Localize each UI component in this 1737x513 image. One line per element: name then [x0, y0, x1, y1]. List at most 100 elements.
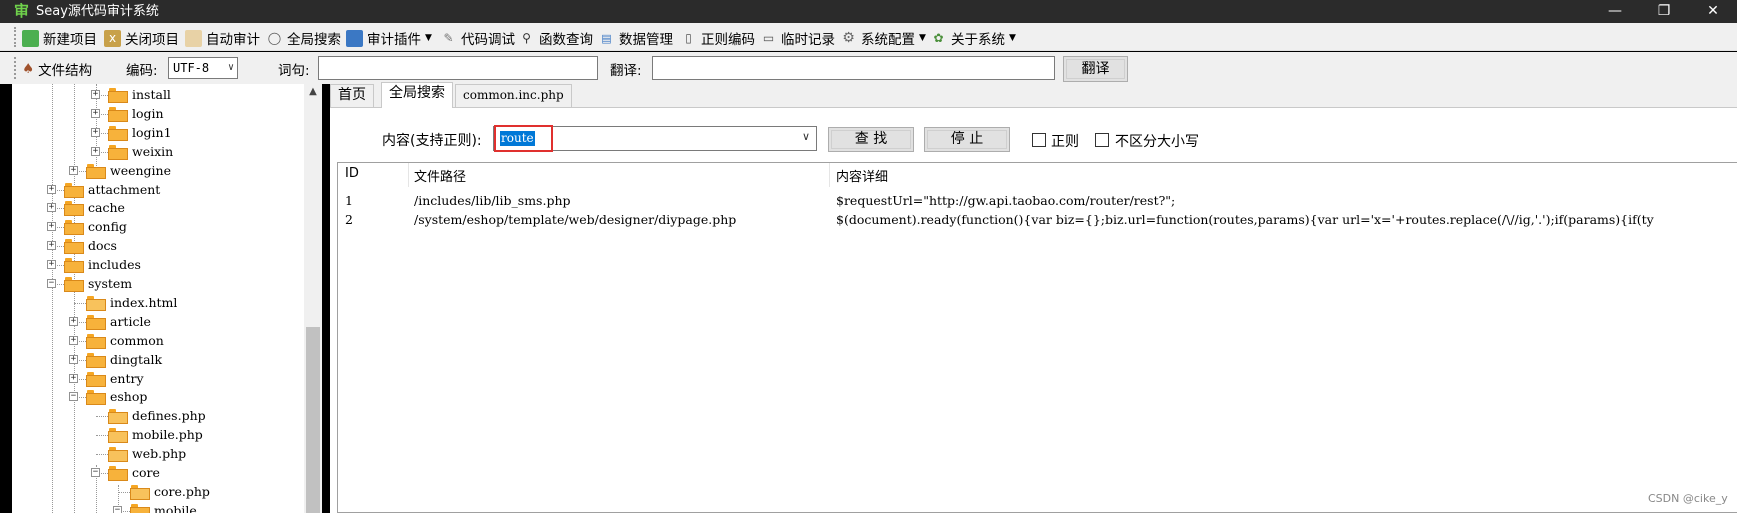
close-window-button[interactable]: ✕	[1690, 0, 1736, 23]
tree-node[interactable]: cache	[64, 199, 125, 217]
code-debug-label: 代码调试	[461, 32, 515, 48]
tree-expander-icon[interactable]: +	[47, 203, 56, 213]
tree-node[interactable]: install	[108, 86, 171, 103]
word-input[interactable]	[318, 56, 598, 80]
tree-expander-icon[interactable]: +	[69, 354, 78, 364]
tree-expander-icon[interactable]: +	[69, 165, 78, 175]
tree-node[interactable]: login1	[108, 124, 172, 141]
row-detail: $requestUrl="http://gw.api.taobao.com/ro…	[836, 193, 1176, 208]
word-label: 词句:	[278, 63, 310, 79]
tab-common-inc-php[interactable]: common.inc.php	[455, 84, 572, 107]
tree-node[interactable]: web.php	[108, 445, 186, 463]
folder-icon	[64, 239, 84, 255]
column-separator[interactable]	[829, 163, 830, 187]
folder-icon	[130, 503, 150, 513]
tree-node[interactable]: entry	[86, 370, 144, 387]
tree-node[interactable]: common	[86, 332, 164, 349]
tree-expander-icon[interactable]: +	[47, 184, 56, 194]
auto-audit-button[interactable]: 自动审计	[185, 28, 260, 48]
maximize-button[interactable]: ❐	[1641, 0, 1687, 23]
folder-icon	[64, 182, 84, 198]
new-project-button[interactable]: 新建项目	[22, 28, 97, 48]
tree-expander-icon[interactable]: +	[91, 127, 100, 137]
about-system-menu[interactable]: ✿ 关于系统 ▼	[930, 28, 1015, 49]
tree-node[interactable]: config	[64, 218, 127, 236]
folder-icon	[108, 88, 128, 103]
tree-node[interactable]: system	[64, 275, 132, 292]
regex-checkbox[interactable]	[1032, 133, 1046, 147]
tree-expander-icon[interactable]: −	[69, 392, 78, 402]
tree-node[interactable]: mobile	[130, 502, 197, 513]
global-search-button[interactable]: ◯ 全局搜索	[266, 28, 341, 49]
tree-scrollbar-thumb[interactable]	[306, 327, 320, 513]
column-header-path[interactable]: 文件路径	[414, 166, 466, 185]
tree-guide-line	[74, 302, 86, 304]
file-icon	[86, 295, 106, 311]
tree-node[interactable]: index.html	[86, 294, 177, 311]
tree-expander-icon[interactable]: +	[91, 146, 100, 156]
global-search-label: 全局搜索	[287, 32, 341, 48]
tree-node[interactable]: defines.php	[108, 407, 206, 425]
audit-plugin-menu[interactable]: 审计插件 ▼	[346, 28, 432, 48]
tree-expander-icon[interactable]: +	[91, 90, 100, 99]
scroll-up-icon[interactable]: ▲	[304, 86, 322, 102]
tree-node-label: login	[132, 105, 164, 121]
plugin-icon	[346, 29, 363, 47]
minimize-button[interactable]: —	[1592, 0, 1638, 23]
system-config-menu[interactable]: ⚙ 系统配置 ▼	[840, 28, 926, 49]
toolbar-grip[interactable]	[14, 27, 17, 47]
file-structure-label: 文件结构	[38, 63, 93, 79]
tree-node[interactable]: mobile.php	[108, 426, 203, 444]
encoding-select[interactable]: UTF-8 ∨	[168, 57, 238, 79]
tree-guide-line	[96, 435, 108, 437]
column-header-detail[interactable]: 内容详细	[836, 166, 888, 185]
tree-node[interactable]: core	[108, 464, 160, 481]
regex-label: 正则	[1051, 134, 1079, 150]
tree-node[interactable]: dingtalk	[86, 351, 162, 368]
tree-guide-line	[96, 416, 108, 418]
tree-node[interactable]: weengine	[86, 162, 171, 179]
temp-record-button[interactable]: ▭ 临时记录	[760, 28, 835, 49]
tree-node[interactable]: weixin	[108, 143, 173, 160]
code-debug-button[interactable]: ✎ 代码调试	[440, 28, 515, 49]
tree-node[interactable]: core.php	[130, 483, 210, 500]
tree-node[interactable]: attachment	[64, 181, 160, 198]
tab-global-search[interactable]: 全局搜索	[381, 82, 453, 108]
function-search-button[interactable]: ⚲ 函数查询	[518, 28, 593, 49]
close-project-button[interactable]: x 关闭项目	[104, 28, 179, 48]
about-system-label: 关于系统	[951, 32, 1005, 48]
tree-node[interactable]: eshop	[86, 388, 147, 406]
tree-expander-icon[interactable]: +	[69, 316, 78, 326]
column-separator[interactable]	[408, 163, 409, 187]
column-header-id[interactable]: ID	[345, 166, 359, 181]
chevron-down-icon: ▼	[919, 33, 926, 43]
tree-expander-icon[interactable]: +	[47, 260, 56, 270]
tree-expander-icon[interactable]: +	[47, 241, 56, 251]
stop-button[interactable]: 停 止	[924, 127, 1010, 152]
tree-expander-icon[interactable]: +	[69, 373, 78, 383]
toolbar-grip[interactable]	[14, 57, 17, 79]
file-icon	[130, 484, 150, 500]
tree-expander-icon[interactable]: +	[91, 108, 100, 118]
tree-node[interactable]: article	[86, 313, 151, 330]
tree-node[interactable]: login	[108, 105, 164, 122]
data-manage-button[interactable]: ▤ 数据管理	[598, 28, 673, 49]
tree-expander-icon[interactable]: −	[47, 279, 56, 288]
auto-audit-icon	[185, 29, 202, 47]
regex-encode-button[interactable]: ▯ 正则编码	[680, 28, 755, 49]
file-structure-toggle[interactable]: ♠ 文件结构	[22, 59, 92, 79]
folder-icon	[108, 144, 128, 160]
tree-expander-icon[interactable]: +	[47, 222, 56, 232]
tree-node[interactable]: includes	[64, 256, 141, 274]
tree-expander-icon[interactable]: −	[113, 505, 122, 513]
translate-button[interactable]: 翻译	[1063, 56, 1128, 82]
find-button[interactable]: 查 找	[828, 127, 914, 152]
translate-input[interactable]	[652, 56, 1055, 80]
tree-node[interactable]: docs	[64, 237, 117, 255]
chevron-down-icon[interactable]: ∨	[802, 130, 810, 143]
tree-expander-icon[interactable]: +	[69, 335, 78, 345]
tab-home[interactable]: 首页	[330, 84, 374, 107]
ignore-case-checkbox[interactable]	[1095, 133, 1109, 147]
ignore-case-label: 不区分大小写	[1115, 134, 1199, 150]
tree-expander-icon[interactable]: −	[91, 468, 100, 477]
